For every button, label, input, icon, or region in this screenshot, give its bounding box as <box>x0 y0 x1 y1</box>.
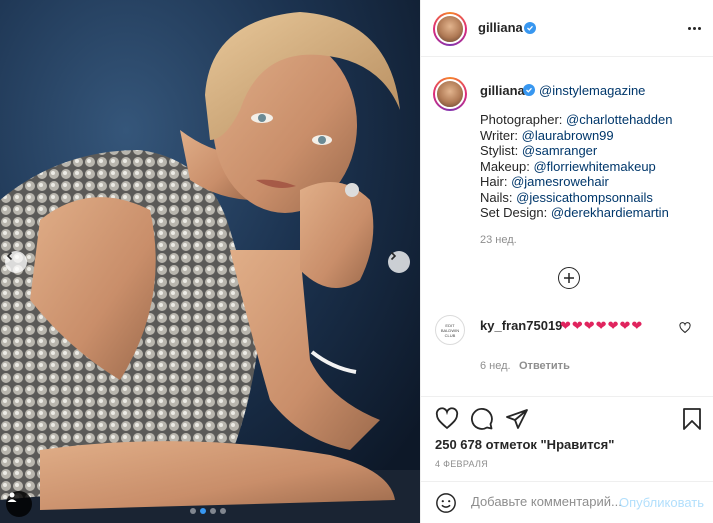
caption-username[interactable]: gilliana <box>480 83 525 98</box>
comment-reply-button[interactable]: Ответить <box>519 360 570 372</box>
carousel-dot <box>210 508 216 514</box>
comment-bar: Опубликовать <box>421 481 713 523</box>
comment-text: ❤❤❤❤❤❤❤ <box>560 318 644 333</box>
share-icon[interactable] <box>505 407 529 434</box>
carousel-indicator <box>190 508 226 514</box>
credit-handle-link[interactable]: @jessicathompsonnails <box>516 190 653 205</box>
credit-line-photographer: Photographer: @charlottehadden <box>480 112 673 127</box>
credit-line-hair: Hair: @jamesrowehair <box>480 174 609 189</box>
carousel-prev-button[interactable] <box>5 251 27 273</box>
likes-count[interactable]: 250 678 отметок "Нравится" <box>435 437 614 452</box>
author-avatar[interactable] <box>433 12 467 46</box>
comment-username[interactable]: ky_fran75019 <box>480 318 562 333</box>
heart-icon[interactable] <box>435 407 459 434</box>
bookmark-icon[interactable] <box>681 407 703 434</box>
chevron-left-icon <box>6 251 13 261</box>
user-icon <box>7 492 17 502</box>
comment-like-heart-icon[interactable] <box>679 322 691 337</box>
credit-line-writer: Writer: @laurabrown99 <box>480 127 614 143</box>
credit-handle-link[interactable]: @jamesrowehair <box>511 174 609 189</box>
chevron-right-icon <box>390 251 397 261</box>
post-date[interactable]: 4 ФЕВРАЛЯ <box>435 459 488 469</box>
post-header: gilliana <box>421 0 713 57</box>
more-options-icon[interactable] <box>688 27 701 30</box>
caption-credits: Photographer: @charlottehadden Writer: @… <box>480 112 706 221</box>
verified-badge-icon <box>524 22 536 34</box>
credit-line-makeup: Makeup: @florriewhitemakeup <box>480 158 656 174</box>
comment-icon[interactable] <box>470 407 494 434</box>
author-username[interactable]: gilliana <box>478 20 523 35</box>
credit-handle-link[interactable]: @florriewhitemakeup <box>533 159 655 174</box>
credit-line-nails: Nails: @jessicathompsonnails <box>480 189 653 205</box>
credit-handle-link[interactable]: @derekhardiemartin <box>551 205 669 220</box>
post-comment-button[interactable]: Опубликовать <box>619 495 704 510</box>
emoji-icon[interactable] <box>435 492 457 517</box>
carousel-dot <box>220 508 226 514</box>
carousel-dot <box>190 508 196 514</box>
credit-line-stylist: Stylist: @samranger <box>480 143 598 158</box>
plus-circle-icon[interactable] <box>558 267 580 289</box>
caption-timestamp[interactable]: 23 нед. <box>480 234 517 246</box>
caption-mention-link[interactable]: @instylemagazine <box>539 83 645 98</box>
caption-author-avatar[interactable] <box>433 77 467 111</box>
credit-line-set-design: Set Design: @derekhardiemartin <box>480 205 669 220</box>
carousel-dot-active <box>200 508 206 514</box>
comment-timestamp[interactable]: 6 нед. <box>480 360 511 372</box>
post-side-panel: gilliana gilliana @instylemagazine Photo… <box>420 0 713 523</box>
credit-handle-link[interactable]: @samranger <box>522 143 597 158</box>
verified-badge-icon <box>523 84 535 96</box>
post-photo-illustration <box>0 0 420 523</box>
credit-handle-link[interactable]: @charlottehadden <box>566 112 672 127</box>
carousel-next-button[interactable] <box>388 251 410 273</box>
commenter-avatar[interactable]: EDIT BALDWIN CLUB <box>435 315 465 345</box>
comment-input[interactable] <box>471 494 621 509</box>
tagged-users-button[interactable] <box>6 491 32 517</box>
credit-handle-link[interactable]: @laurabrown99 <box>522 128 614 143</box>
post-actions: 250 678 отметок "Нравится" 4 ФЕВРАЛЯ Опу… <box>421 396 713 523</box>
post-photo[interactable] <box>0 0 420 523</box>
